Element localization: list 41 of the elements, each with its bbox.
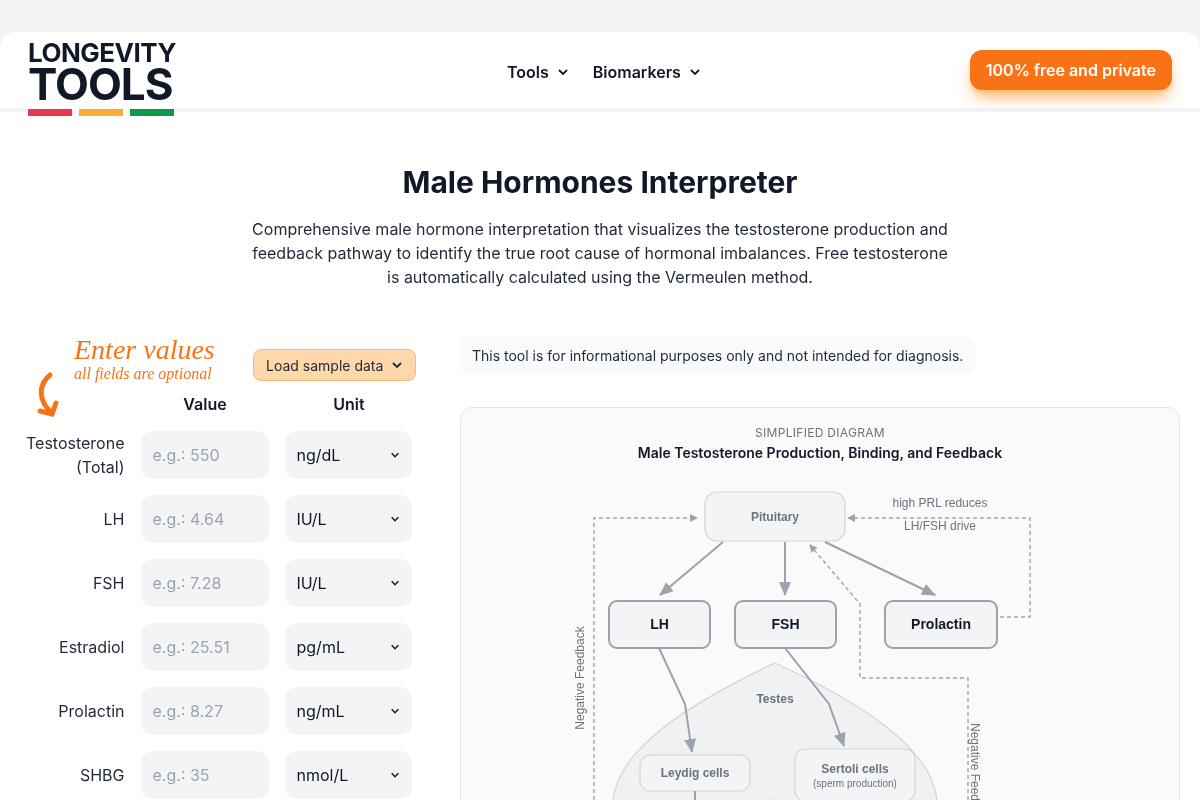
nav-menu[interactable]: Biomarkers (592, 60, 701, 84)
feedback-label: Negative Feed (968, 723, 982, 800)
value-input[interactable]: e.g.: 7.28 (140, 559, 269, 607)
field-label: Estradiol (58, 636, 125, 659)
diagram-eyebrow: SIMPLIFIED DIAGRAM (754, 424, 886, 442)
diagram-title: Male Testosterone Production, Binding, and Feedback (636, 443, 1004, 463)
value-input[interactable]: e.g.: 550 (140, 431, 269, 479)
field-label: SHBG (78, 764, 125, 787)
diagram-node: Leydig cells (639, 754, 751, 792)
unit-select[interactable]: pg/mL (284, 623, 412, 671)
diagram-node: Pituitary (704, 491, 846, 542)
page-description: Comprehensive male hormone interpretation that visualizes the testosterone production and feedback pathway to identify the true root cause of hormonal imbalances. Free testosterone is automatically calculated using the Vermeulen method. (251, 218, 949, 289)
load-sample-button[interactable]: Load sample data (253, 349, 417, 381)
diagram-note: high PRL reduces (892, 496, 988, 510)
page-title: Male Hormones Interpreter (402, 163, 798, 202)
column-header: Unit (332, 393, 366, 416)
hint-subtitle: all fields are optional (74, 365, 213, 383)
unit-select[interactable]: ng/dL (284, 431, 412, 479)
hint-title: Enter values (74, 335, 215, 365)
unit-select[interactable]: ng/mL (284, 687, 412, 735)
field-label: FSH (91, 572, 125, 595)
nav-menu[interactable]: Tools (507, 60, 569, 84)
field-label: Prolactin (57, 700, 125, 723)
unit-select[interactable]: IU/L (284, 559, 412, 607)
testes-label: Testes (756, 692, 794, 706)
field-label: Testosterone (Total) (25, 432, 125, 479)
value-input[interactable]: e.g.: 25.51 (140, 623, 269, 671)
value-input[interactable]: e.g.: 35 (140, 751, 269, 799)
diagram-note: LH/FSH drive (904, 519, 976, 533)
value-input[interactable]: e.g.: 8.27 (140, 687, 269, 735)
unit-select[interactable]: nmol/L (284, 751, 412, 799)
diagram-node: Prolactin (884, 600, 998, 649)
feedback-label: Negative Feedback (573, 626, 587, 730)
disclaimer-note: This tool is for informational purposes only and not intended for diagnosis. (460, 337, 976, 374)
column-header: Value (182, 393, 228, 416)
value-input[interactable]: e.g.: 4.64 (140, 495, 269, 543)
diagram-node: LH (608, 600, 711, 649)
diagram-node: FSH (734, 600, 837, 649)
field-label: LH (102, 508, 125, 531)
diagram-node: Sertoli cells (sperm production) (794, 748, 916, 800)
unit-select[interactable]: IU/L (284, 495, 412, 543)
